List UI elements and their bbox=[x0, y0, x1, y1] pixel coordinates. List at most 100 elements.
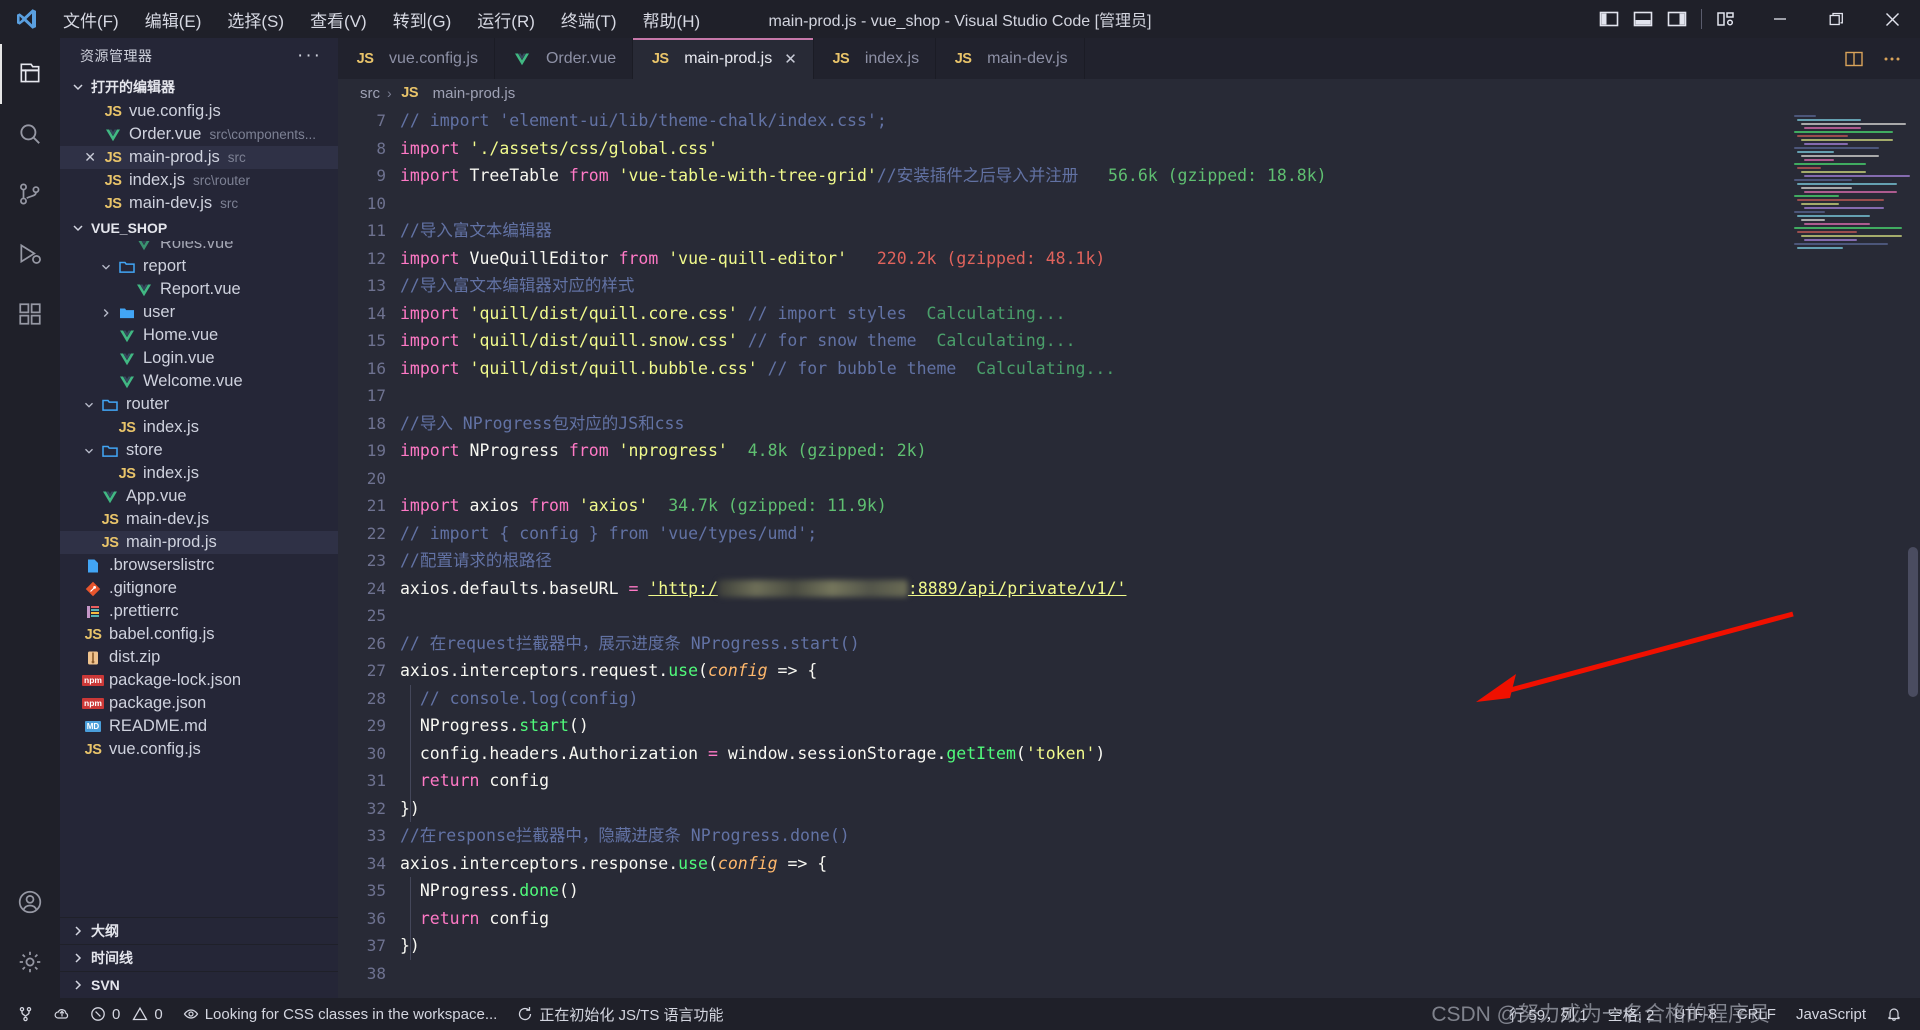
section-open-editors[interactable]: 打开的编辑器 bbox=[60, 74, 338, 100]
open-editor-item[interactable]: JS main-dev.js src bbox=[60, 192, 338, 215]
status-eol[interactable]: CRLF bbox=[1727, 998, 1786, 1030]
close-editor-icon[interactable]: ✕ bbox=[60, 149, 102, 166]
code-line[interactable]: return config bbox=[400, 905, 1920, 933]
code-line[interactable]: NProgress.start() bbox=[400, 712, 1920, 740]
code-line[interactable]: }) bbox=[400, 932, 1920, 960]
activity-search-icon[interactable] bbox=[0, 104, 60, 164]
menu-help[interactable]: 帮助(H) bbox=[632, 4, 712, 35]
minimize-button[interactable] bbox=[1752, 0, 1808, 38]
code-line[interactable]: axios.interceptors.request.use(config =>… bbox=[400, 657, 1920, 685]
file-tree-item[interactable]: store bbox=[60, 439, 338, 462]
activity-settings-gear-icon[interactable] bbox=[0, 932, 60, 992]
code-line[interactable] bbox=[400, 190, 1920, 218]
editor-tab[interactable]: Order.vue bbox=[494, 38, 634, 79]
file-tree-item[interactable]: Home.vue bbox=[60, 324, 338, 347]
file-tree-item[interactable]: Report.vue bbox=[60, 278, 338, 301]
editor-vertical-scrollbar[interactable] bbox=[1906, 107, 1920, 998]
file-tree-item[interactable]: App.vue bbox=[60, 485, 338, 508]
menu-file[interactable]: 文件(F) bbox=[52, 4, 130, 35]
file-tree-item[interactable]: dist.zip bbox=[60, 646, 338, 669]
activity-source-control-icon[interactable] bbox=[0, 164, 60, 224]
code-line[interactable]: //导入 NProgress包对应的JS和css bbox=[400, 410, 1920, 438]
status-encoding[interactable]: UTF-8 bbox=[1664, 998, 1727, 1030]
code-editor[interactable]: 7 8 9 10 11 12 13 14 15 16 17 18 19 20 21 22 23 24 25 26 27 2… bbox=[338, 107, 1920, 998]
editor-tab[interactable]: JS main-dev.js bbox=[936, 38, 1085, 79]
section-svn[interactable]: SVN bbox=[60, 971, 338, 998]
file-tree-item[interactable]: .gitignore bbox=[60, 577, 338, 600]
file-tree-item[interactable]: npm package.json bbox=[60, 692, 338, 715]
code-line[interactable]: //导入富文本编辑器对应的样式 bbox=[400, 272, 1920, 300]
status-language-mode[interactable]: JavaScript bbox=[1786, 998, 1876, 1030]
code-line[interactable]: //在response拦截器中，隐藏进度条 NProgress.done() bbox=[400, 822, 1920, 850]
code-line[interactable]: // 在request拦截器中，展示进度条 NProgress.start() bbox=[400, 630, 1920, 658]
code-line[interactable] bbox=[400, 960, 1920, 988]
code-line[interactable]: axios.defaults.baseURL = 'http:/:8889/ap… bbox=[400, 575, 1920, 603]
section-outline[interactable]: 大纲 bbox=[60, 917, 338, 944]
close-tab-icon[interactable]: ✕ bbox=[784, 50, 797, 68]
open-editor-item[interactable]: Order.vue src\components... bbox=[60, 123, 338, 146]
status-jsts-init[interactable]: 正在初始化 JS/TS 语言功能 bbox=[507, 998, 733, 1030]
minimap[interactable] bbox=[1794, 115, 1911, 265]
scrollbar-thumb[interactable] bbox=[1908, 547, 1918, 697]
activity-extensions-icon[interactable] bbox=[0, 284, 60, 344]
file-tree-item[interactable]: user bbox=[60, 301, 338, 324]
status-cloud-sync-icon[interactable] bbox=[44, 998, 80, 1030]
file-tree-item[interactable]: JS index.js bbox=[60, 416, 338, 439]
status-cursor-position[interactable]: 行 59，列 1 bbox=[1499, 998, 1597, 1030]
breadcrumb-root[interactable]: src bbox=[360, 85, 380, 102]
tree-twisty-icon[interactable] bbox=[60, 306, 116, 320]
file-tree-item[interactable]: .browserslistrc bbox=[60, 554, 338, 577]
file-tree-item[interactable]: MD README.md bbox=[60, 715, 338, 738]
code-line[interactable] bbox=[400, 465, 1920, 493]
code-content[interactable]: // import 'element-ui/lib/theme-chalk/in… bbox=[400, 107, 1920, 998]
code-line[interactable]: }) bbox=[400, 795, 1920, 823]
toggle-secondary-sidebar-icon[interactable] bbox=[1667, 9, 1687, 29]
split-editor-icon[interactable] bbox=[1844, 49, 1864, 69]
status-css-classes[interactable]: Looking for CSS classes in the workspace… bbox=[173, 998, 508, 1030]
activity-account-icon[interactable] bbox=[0, 872, 60, 932]
status-notifications-bell-icon[interactable] bbox=[1876, 998, 1912, 1030]
file-tree-item[interactable]: JS index.js bbox=[60, 462, 338, 485]
code-line[interactable]: import NProgress from 'nprogress' 4.8k (… bbox=[400, 437, 1920, 465]
breadcrumb-file[interactable]: main-prod.js bbox=[433, 85, 516, 102]
code-line[interactable]: import VueQuillEditor from 'vue-quill-ed… bbox=[400, 245, 1920, 273]
open-editor-item[interactable]: JS vue.config.js bbox=[60, 100, 338, 123]
code-line[interactable]: NProgress.done() bbox=[400, 877, 1920, 905]
section-project-vue-shop[interactable]: VUE_SHOP bbox=[60, 215, 338, 241]
file-tree-item[interactable]: report bbox=[60, 255, 338, 278]
code-line[interactable]: return config bbox=[400, 767, 1920, 795]
file-tree-item[interactable]: router bbox=[60, 393, 338, 416]
editor-tab[interactable]: JS vue.config.js bbox=[338, 38, 495, 79]
file-tree-item[interactable]: JS main-prod.js bbox=[60, 531, 338, 554]
code-line[interactable]: import 'quill/dist/quill.core.css' // im… bbox=[400, 300, 1920, 328]
menu-run[interactable]: 运行(R) bbox=[466, 4, 546, 35]
code-line[interactable]: import './assets/css/global.css' bbox=[400, 135, 1920, 163]
editor-tab[interactable]: JS main-prod.js ✕ bbox=[633, 38, 814, 79]
code-line[interactable]: import 'quill/dist/quill.snow.css' // fo… bbox=[400, 327, 1920, 355]
file-tree-item[interactable]: JS vue.config.js bbox=[60, 738, 338, 761]
maximize-button[interactable] bbox=[1808, 0, 1864, 38]
file-tree-item[interactable]: .prettierrc bbox=[60, 600, 338, 623]
code-line[interactable]: import axios from 'axios' 34.7k (gzipped… bbox=[400, 492, 1920, 520]
menu-go[interactable]: 转到(G) bbox=[382, 4, 463, 35]
code-line[interactable]: import 'quill/dist/quill.bubble.css' // … bbox=[400, 355, 1920, 383]
toggle-panel-icon[interactable] bbox=[1633, 9, 1653, 29]
activity-run-debug-icon[interactable] bbox=[0, 224, 60, 284]
status-indentation[interactable]: 空格: 2 bbox=[1598, 998, 1665, 1030]
code-line[interactable]: import TreeTable from 'vue-table-with-tr… bbox=[400, 162, 1920, 190]
editor-tab[interactable]: JS index.js bbox=[813, 38, 937, 79]
code-line[interactable]: axios.interceptors.response.use(config =… bbox=[400, 850, 1920, 878]
menu-view[interactable]: 查看(V) bbox=[299, 4, 378, 35]
code-line[interactable]: // import 'element-ui/lib/theme-chalk/in… bbox=[400, 107, 1920, 135]
menu-selection[interactable]: 选择(S) bbox=[216, 4, 295, 35]
code-line[interactable] bbox=[400, 382, 1920, 410]
status-problems[interactable]: 0 0 bbox=[80, 998, 173, 1030]
editor-more-actions-icon[interactable] bbox=[1882, 49, 1902, 69]
tree-twisty-icon[interactable] bbox=[60, 260, 116, 274]
code-line[interactable] bbox=[400, 602, 1920, 630]
file-tree-item[interactable]: Roles.vue bbox=[60, 241, 338, 255]
open-editor-item[interactable]: ✕ JS main-prod.js src bbox=[60, 146, 338, 169]
explorer-more-actions-icon[interactable]: ··· bbox=[287, 45, 332, 67]
file-tree-item[interactable]: JS babel.config.js bbox=[60, 623, 338, 646]
code-line[interactable]: config.headers.Authorization = window.se… bbox=[400, 740, 1920, 768]
